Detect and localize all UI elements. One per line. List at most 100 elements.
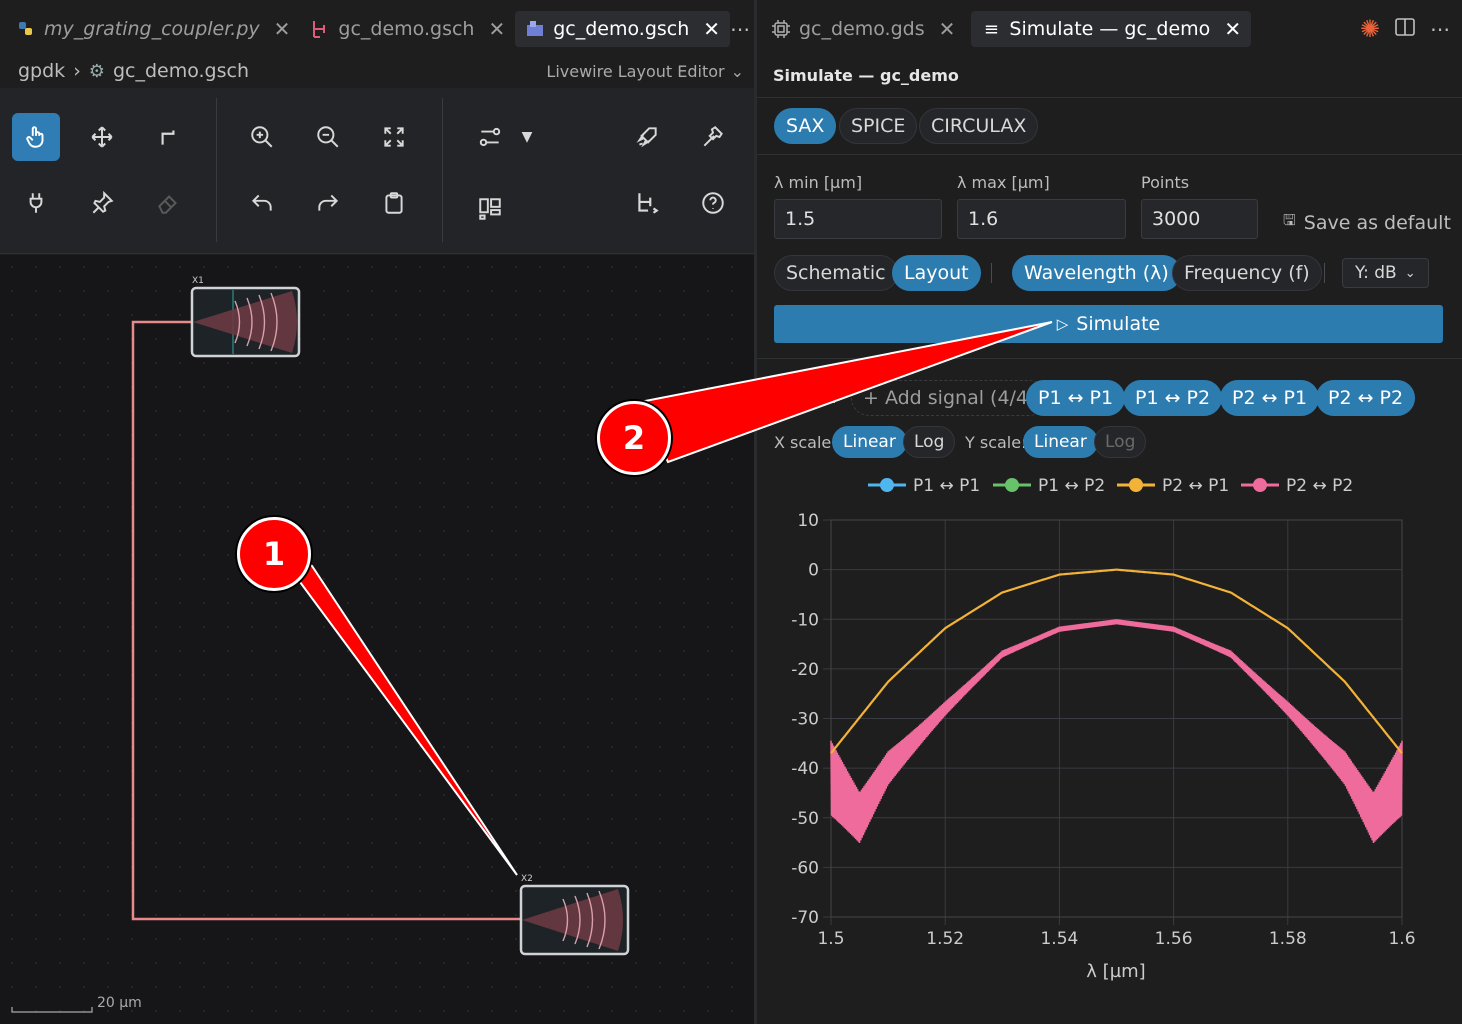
points-input[interactable]: 3000 <box>1141 199 1258 239</box>
rocket-icon <box>636 127 657 148</box>
x-axis-frequency[interactable]: Frequency (f) <box>1172 255 1322 291</box>
route-icon <box>161 130 175 145</box>
x-axis-wavelength[interactable]: Wavelength (λ) <box>1012 255 1181 291</box>
instance-label-x2: X2 <box>521 874 533 884</box>
waveguide-route <box>131 320 522 921</box>
schematic-icon <box>310 19 330 39</box>
connections-dropdown[interactable]: ▼ <box>512 113 542 161</box>
grating-coupler-x1[interactable] <box>190 286 301 358</box>
engine-circulax[interactable]: CIRCULAX <box>919 108 1039 144</box>
python-icon <box>16 19 36 39</box>
breadcrumb: gpdk › ⚙ gc_demo.gsch Livewire Layout Ed… <box>0 56 754 86</box>
editor-mode-label: Livewire Layout Editor <box>546 61 725 81</box>
layout-toolbar: ▼ <box>0 88 754 254</box>
breadcrumb-root[interactable]: gpdk <box>18 60 65 82</box>
simulate-button-label: Simulate <box>1076 313 1161 335</box>
launch-button[interactable] <box>623 113 671 161</box>
layout-editor-icon <box>525 19 545 39</box>
layout-canvas[interactable]: X1 X2 20 µm <box>0 255 754 1024</box>
points-label: Points <box>1141 173 1190 192</box>
fit-view-button[interactable] <box>370 113 418 161</box>
schematic-branch-icon <box>638 193 659 214</box>
save-as-default-label: Save as default <box>1303 211 1451 234</box>
scale-bar <box>11 1007 93 1013</box>
tab-gc-demo-schematic[interactable]: gc_demo.gsch ✕ <box>300 11 515 47</box>
list-icon: ≡ <box>983 18 999 40</box>
connections-icon <box>479 127 501 147</box>
y-unit-select[interactable]: Y: dB ⌄ <box>1342 258 1429 288</box>
close-icon[interactable]: ✕ <box>488 17 505 41</box>
toolbar-divider <box>442 98 443 242</box>
fit-view-icon <box>384 127 404 147</box>
lambda-max-input[interactable]: 1.6 <box>957 199 1126 239</box>
gear-icon: ⚙ <box>88 60 105 82</box>
clipboard-icon <box>385 192 403 214</box>
editor-mode-select[interactable]: Livewire Layout Editor ⌄ <box>546 62 754 81</box>
x-scale-log[interactable]: Log <box>903 426 956 458</box>
tab-simulate-gc-demo[interactable]: ≡ Simulate — gc_demo ✕ <box>971 11 1252 47</box>
lambda-min-input[interactable]: 1.5 <box>774 199 942 239</box>
help-button[interactable] <box>689 179 737 227</box>
caret-down-icon: ▼ <box>521 129 533 145</box>
move-arrows-icon <box>91 126 113 148</box>
help-icon <box>702 192 724 214</box>
y-scale-log[interactable]: Log <box>1094 426 1147 458</box>
instance-label-x1: X1 <box>192 276 204 286</box>
more-actions-icon[interactable]: ⋯ <box>1430 17 1450 41</box>
y-scale-label: Y scale: <box>965 433 1027 452</box>
tab-gc-demo-layout[interactable]: gc_demo.gsch ✕ <box>515 11 731 47</box>
port-tool-button[interactable] <box>12 179 60 227</box>
schematic-link-button[interactable] <box>623 179 671 227</box>
signal-p1-p2[interactable]: P1 ↔ P2 <box>1123 380 1223 416</box>
grating-coupler-x2[interactable] <box>519 884 630 956</box>
x-scale-linear[interactable]: Linear <box>832 426 907 458</box>
redo-icon <box>318 194 339 211</box>
pin-tool-button[interactable] <box>78 179 126 227</box>
connections-button[interactable] <box>466 113 514 161</box>
left-tab-bar: my_grating_coupler.py ✕ gc_demo.gsch ✕ g… <box>0 0 754 58</box>
build-button[interactable] <box>689 113 737 161</box>
spark-icon[interactable]: ✺ <box>1360 15 1380 43</box>
save-as-default-button[interactable]: 🖫 Save as default <box>1283 210 1451 235</box>
tab-my-grating-coupler[interactable]: my_grating_coupler.py ✕ <box>6 11 300 47</box>
hand-pointer-icon <box>26 126 44 148</box>
component-library-button[interactable] <box>466 185 514 233</box>
engine-spice[interactable]: SPICE <box>839 108 918 144</box>
zoom-in-button[interactable] <box>238 113 286 161</box>
more-actions-icon[interactable]: ⋯ <box>730 17 750 41</box>
signal-p2-p2[interactable]: P2 ↔ P2 <box>1316 380 1416 416</box>
close-icon[interactable]: ✕ <box>1224 17 1241 41</box>
source-layout[interactable]: Layout <box>892 255 981 291</box>
right-tab-actions: ✺ ⋯ <box>1360 15 1462 43</box>
layout-drawing <box>11 286 630 1013</box>
clipboard-button[interactable] <box>370 179 418 227</box>
redo-button[interactable] <box>304 179 352 227</box>
close-icon[interactable]: ✕ <box>703 17 720 41</box>
separator <box>991 263 992 283</box>
eraser-icon <box>158 195 177 214</box>
simulate-button[interactable]: ▷ Simulate <box>774 305 1443 343</box>
signal-p2-p1[interactable]: P2 ↔ P1 <box>1220 380 1320 416</box>
undo-button[interactable] <box>238 179 286 227</box>
breadcrumb-file[interactable]: gc_demo.gsch <box>113 60 249 82</box>
close-icon[interactable]: ✕ <box>274 17 291 41</box>
y-scale-linear[interactable]: Linear <box>1023 426 1098 458</box>
separator <box>1324 263 1325 283</box>
signals-label: Signals: <box>774 388 837 407</box>
move-tool-button[interactable] <box>78 113 126 161</box>
toolbar-divider <box>216 98 217 242</box>
lambda-min-label: λ min [µm] <box>774 173 863 192</box>
signal-p1-p1[interactable]: P1 ↔ P1 <box>1026 380 1126 416</box>
tab-gc-demo-gds[interactable]: gc_demo.gds ✕ <box>761 11 965 47</box>
pin-icon <box>92 190 114 214</box>
tab-label: gc_demo.gsch <box>338 18 475 40</box>
engine-sax[interactable]: SAX <box>774 108 837 144</box>
select-tool-button[interactable] <box>12 113 60 161</box>
erase-tool-button[interactable] <box>144 179 192 227</box>
zoom-out-button[interactable] <box>304 113 352 161</box>
add-signal-button[interactable]: + Add signal (4/4) <box>851 380 1048 416</box>
source-schematic[interactable]: Schematic <box>774 255 898 291</box>
route-tool-button[interactable] <box>144 113 192 161</box>
close-icon[interactable]: ✕ <box>939 17 956 41</box>
split-editor-icon[interactable] <box>1394 16 1416 43</box>
